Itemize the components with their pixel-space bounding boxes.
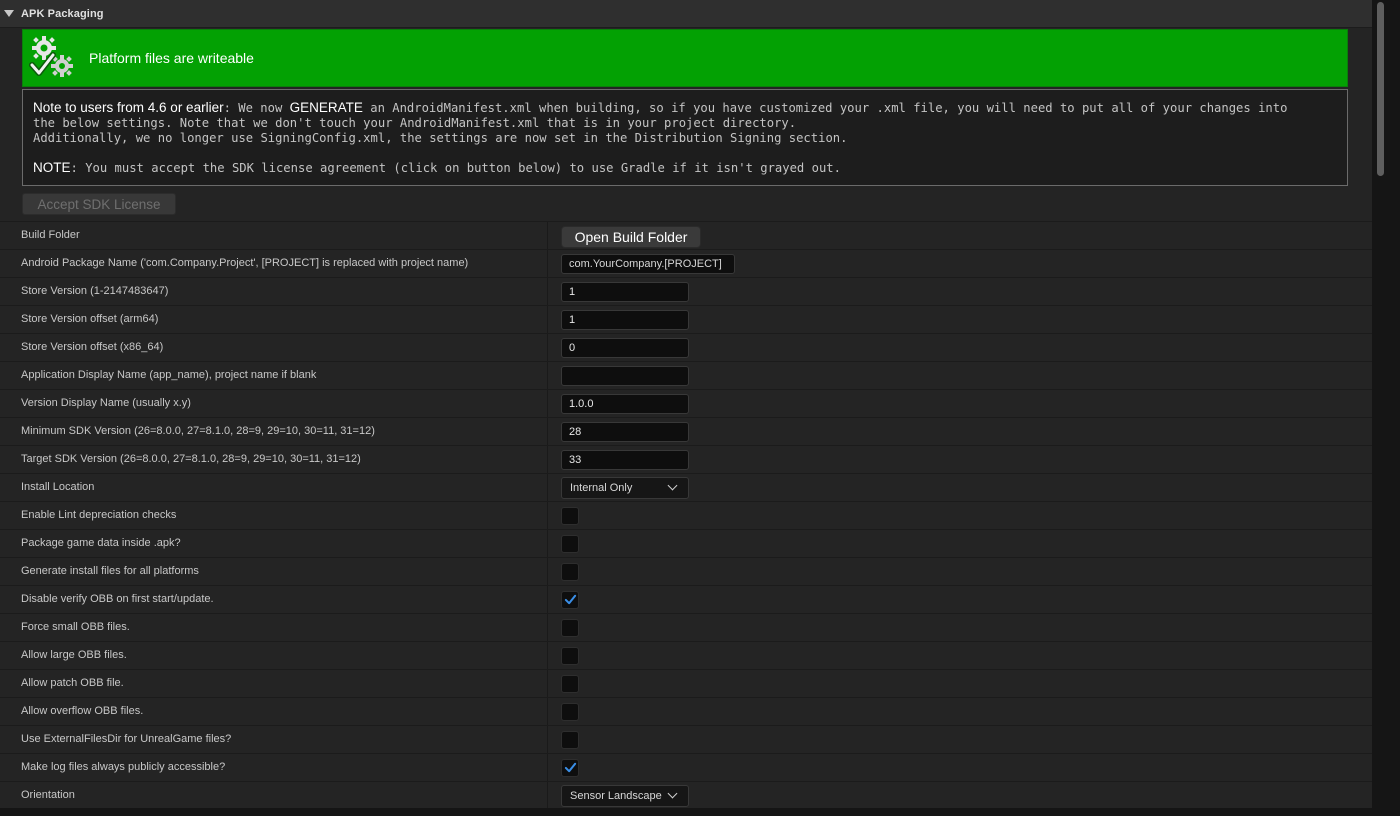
row-install-location: Install Location Internal Only [0,473,1372,501]
note-line-2: the below settings. Note that we don't t… [33,116,797,130]
note-line-4-rest: : You must accept the SDK license agreem… [70,161,841,175]
row-disable-verify-obb: Disable verify OBB on first start/update… [0,585,1372,613]
row-install-files: Generate install files for all platforms [0,557,1372,585]
row-store-offset-x86: Store Version offset (x86_64) 0 [0,333,1372,361]
scrollbar-thumb[interactable] [1377,2,1384,176]
row-label: Build Folder [21,229,80,241]
install-location-value: Internal Only [570,481,633,494]
chevron-down-icon [667,788,678,799]
accept-sdk-license-button[interactable]: Accept SDK License [22,193,176,215]
section-header-apk-packaging[interactable]: APK Packaging [0,0,1372,28]
row-allow-overflow-obb: Allow overflow OBB files. [0,697,1372,725]
row-label: Use ExternalFilesDir for UnrealGame file… [21,733,232,745]
row-label: Allow large OBB files. [21,649,127,661]
row-label: Minimum SDK Version (26=8.0.0, 27=8.1.0,… [21,425,375,437]
row-label: Store Version offset (x86_64) [21,341,164,353]
row-label: Target SDK Version (26=8.0.0, 27=8.1.0, … [21,453,361,465]
disable-verify-obb-checkbox[interactable] [561,590,579,609]
row-allow-large-obb: Allow large OBB files. [0,641,1372,669]
row-label: Force small OBB files. [21,621,130,633]
gears-check-icon [29,36,73,77]
store-offset-arm64-input[interactable]: 1 [561,309,689,330]
section-title: APK Packaging [21,7,104,20]
install-files-checkbox[interactable] [561,562,579,581]
target-sdk-input[interactable]: 33 [561,449,689,470]
row-label: Allow patch OBB file. [21,677,124,689]
row-label: Enable Lint depreciation checks [21,509,177,521]
note-generate: GENERATE [289,100,363,115]
checkmark-icon [564,594,576,605]
row-label: Orientation [21,789,75,801]
row-target-sdk: Target SDK Version (26=8.0.0, 27=8.1.0, … [0,445,1372,473]
note-line-4: NOTE: You must accept the SDK license ag… [33,160,1337,176]
allow-large-obb-checkbox[interactable] [561,646,579,665]
row-label: Disable verify OBB on first start/update… [21,593,214,605]
note-line-1-rest: an AndroidManifest.xml when building, so… [362,101,1288,115]
row-store-version: Store Version (1-2147483647) 1 [0,277,1372,305]
note-line-3: Additionally, we no longer use SigningCo… [33,131,848,145]
row-label: Allow overflow OBB files. [21,705,144,717]
install-location-dropdown[interactable]: Internal Only [561,476,689,499]
row-app-display-name: Application Display Name (app_name), pro… [0,361,1372,389]
note-lead: Note to users from 4.6 or earlier [33,100,224,115]
package-in-apk-checkbox[interactable] [561,534,579,553]
min-sdk-input[interactable]: 28 [561,421,689,442]
row-label: Make log files always publicly accessibl… [21,761,226,773]
version-display-input[interactable]: 1.0.0 [561,393,689,414]
note-line-1: Note to users from 4.6 or earlier: We no… [33,100,1337,116]
force-small-obb-checkbox[interactable] [561,618,579,637]
orientation-value: Sensor Landscape [570,789,662,802]
store-version-input[interactable]: 1 [561,281,689,302]
row-allow-patch-obb: Allow patch OBB file. [0,669,1372,697]
checkmark-icon [564,762,576,773]
row-store-offset-arm64: Store Version offset (arm64) 1 [0,305,1372,333]
row-label: Application Display Name (app_name), pro… [21,369,317,381]
external-files-dir-checkbox[interactable] [561,730,579,749]
row-version-display: Version Display Name (usually x.y) 1.0.0 [0,389,1372,417]
settings-rows: Build Folder Open Build Folder Android P… [0,221,1372,809]
collapse-arrow-icon[interactable] [4,10,14,17]
row-label: Store Version (1-2147483647) [21,285,169,297]
settings-panel: APK Packaging Platform files are writeab… [0,0,1372,809]
row-external-files-dir: Use ExternalFilesDir for UnrealGame file… [0,725,1372,753]
row-label: Android Package Name ('com.Company.Proje… [21,257,469,269]
row-label: Package game data inside .apk? [21,537,181,549]
row-package-in-apk: Package game data inside .apk? [0,529,1372,557]
row-label: Store Version offset (arm64) [21,313,159,325]
log-files-public-checkbox[interactable] [561,758,579,777]
allow-overflow-obb-checkbox[interactable] [561,702,579,721]
store-offset-x86-input[interactable]: 0 [561,337,689,358]
chevron-down-icon [667,480,678,491]
app-display-name-input[interactable] [561,365,689,386]
platform-files-banner: Platform files are writeable [22,29,1348,87]
note-box: Note to users from 4.6 or earlier: We no… [22,89,1348,186]
row-package-name: Android Package Name ('com.Company.Proje… [0,249,1372,277]
row-build-folder: Build Folder Open Build Folder [0,221,1372,249]
lint-checks-checkbox[interactable] [561,506,579,525]
row-lint-checks: Enable Lint depreciation checks [0,501,1372,529]
row-label: Generate install files for all platforms [21,565,199,577]
banner-text: Platform files are writeable [89,50,254,66]
package-name-input[interactable]: com.YourCompany.[PROJECT] [561,253,735,274]
row-min-sdk: Minimum SDK Version (26=8.0.0, 27=8.1.0,… [0,417,1372,445]
row-label: Install Location [21,481,95,493]
row-label: Version Display Name (usually x.y) [21,397,191,409]
note-line-1-mid: : We now [223,101,290,115]
row-force-small-obb: Force small OBB files. [0,613,1372,641]
allow-patch-obb-checkbox[interactable] [561,674,579,693]
note-lead-2: NOTE [33,160,71,175]
bottom-bar [0,808,1372,816]
row-orientation: Orientation Sensor Landscape [0,781,1372,809]
orientation-dropdown[interactable]: Sensor Landscape [561,784,689,807]
row-log-files-public: Make log files always publicly accessibl… [0,753,1372,781]
open-build-folder-button[interactable]: Open Build Folder [561,225,701,248]
